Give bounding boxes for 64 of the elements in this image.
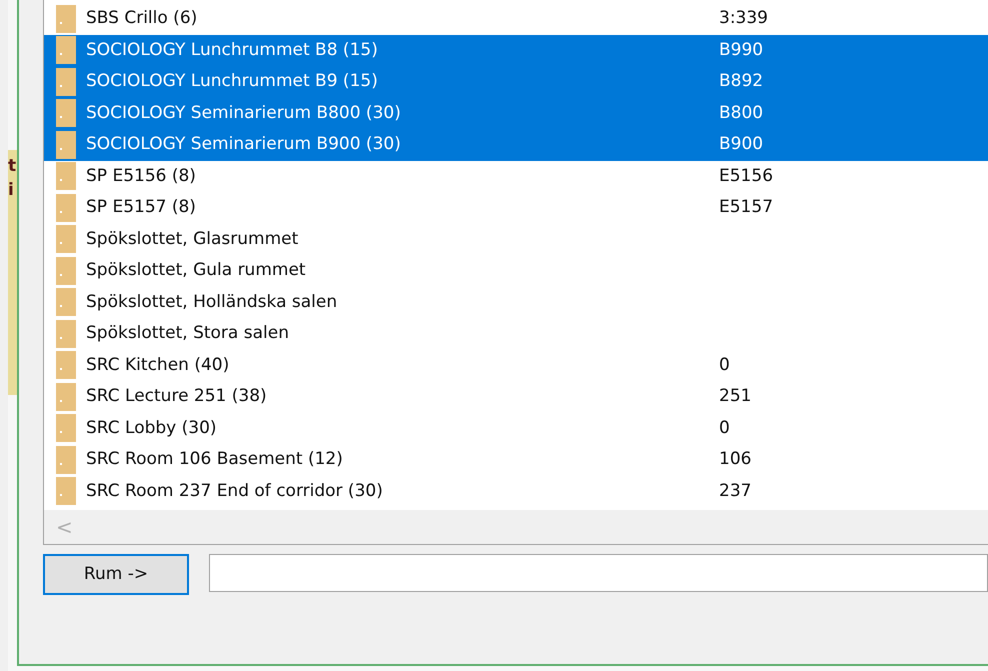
folder-icon <box>56 194 76 222</box>
list-row[interactable]: SRC Lecture 251 (38) 251 <box>44 381 988 412</box>
rum-button[interactable]: Rum -> <box>43 554 189 595</box>
list-row[interactable]: SP E5157 (8) E5157 <box>44 192 988 224</box>
list-row[interactable]: SRC Kitchen (40) 0 <box>44 350 988 381</box>
room-name: SOCIOLOGY Lunchrummet B9 (15) <box>86 70 379 93</box>
list-row[interactable]: SP E5156 (8) E5156 <box>44 160 988 192</box>
folder-icon <box>56 414 76 442</box>
list-row[interactable]: Spökslottet, Gula rummet <box>44 255 988 286</box>
folder-icon <box>56 382 76 411</box>
room-code: B800 <box>719 102 764 124</box>
room-code: B900 <box>719 133 764 156</box>
folder-icon <box>56 256 76 285</box>
room-code: 0 <box>719 354 730 376</box>
list-row[interactable]: SOCIOLOGY Seminarierum B900 (30) B900 <box>44 129 988 160</box>
list-row[interactable]: SOCIOLOGY Lunchrummet B8 (15) B990 <box>44 34 988 66</box>
list-row[interactable]: SRC Room 237 End of corridor (30) 237 <box>44 476 988 507</box>
room-name: SRC Room 106 Basement (12) <box>86 448 344 471</box>
room-code: 3:339 <box>719 7 768 30</box>
room-name: SBS Crillo (6) <box>86 7 198 30</box>
room-name: SRC Kitchen (40) <box>86 354 230 376</box>
folder-icon <box>56 68 76 96</box>
folder-icon <box>56 4 76 33</box>
folder-icon <box>56 288 76 316</box>
list-row[interactable]: Spökslottet, Holländska salen <box>44 286 988 318</box>
room-code: B892 <box>719 70 764 93</box>
folder-icon <box>56 162 76 190</box>
list-row[interactable]: Spökslottet, Stora salen <box>44 318 988 350</box>
list-row[interactable]: SBS Crillo (6) 3:339 <box>44 3 988 34</box>
folder-icon <box>56 36 76 64</box>
list-row[interactable]: SOCIOLOGY Seminarierum B800 (30) B800 <box>44 98 988 129</box>
list-row[interactable]: Spökslottet, Glasrummet <box>44 224 988 255</box>
room-code: 0 <box>719 416 730 440</box>
panel-text: t <box>8 156 17 176</box>
room-name: SP E5157 (8) <box>86 196 197 219</box>
room-code: E5157 <box>719 196 774 219</box>
room-name: SP E5156 (8) <box>86 164 197 188</box>
room-code: E5156 <box>719 164 774 188</box>
list-row[interactable]: SRC Room 106 Basement (12) 106 <box>44 444 988 476</box>
room-name: Spökslottet, Holländska salen <box>86 290 338 314</box>
folder-icon <box>56 351 76 380</box>
folder-icon <box>56 477 76 506</box>
input-field[interactable] <box>209 554 988 592</box>
room-name: Spökslottet, Stora salen <box>86 322 290 345</box>
folder-icon <box>56 446 76 474</box>
room-name: SRC Lecture 251 (38) <box>86 385 268 408</box>
folder-icon <box>56 225 76 254</box>
folder-icon <box>56 130 76 159</box>
room-name: SOCIOLOGY Seminarierum B900 (30) <box>86 133 402 156</box>
room-code: 251 <box>719 385 752 408</box>
room-name: SOCIOLOGY Lunchrummet B8 (15) <box>86 38 379 62</box>
room-code: 106 <box>719 448 752 471</box>
room-name: Spökslottet, Glasrummet <box>86 228 300 250</box>
room-name: SOCIOLOGY Seminarierum B800 (30) <box>86 102 402 124</box>
room-name: SRC Room 237 End of corridor (30) <box>86 480 384 502</box>
folder-icon <box>56 99 76 128</box>
room-code: 237 <box>719 480 752 502</box>
folder-icon <box>56 320 76 348</box>
room-code: B990 <box>719 38 764 62</box>
list-row[interactable]: SRC Lobby (30) 0 <box>44 412 988 444</box>
list-row[interactable]: SOCIOLOGY Lunchrummet B9 (15) B892 <box>44 66 988 98</box>
room-name: Spökslottet, Gula rummet <box>86 259 307 282</box>
room-name: SRC Lobby (30) <box>86 416 218 440</box>
panel-text: i <box>8 180 15 200</box>
